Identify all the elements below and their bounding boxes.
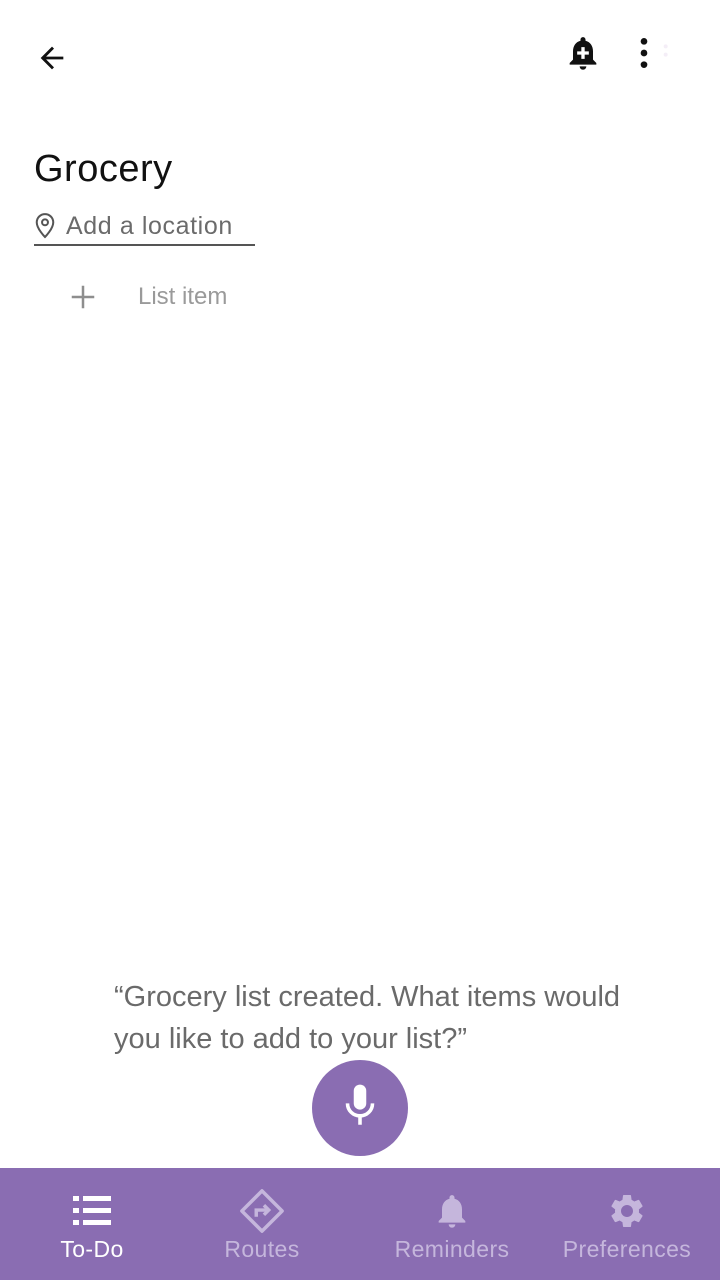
- list-item-placeholder: List item: [138, 283, 228, 310]
- arrow-back-icon: [35, 41, 69, 80]
- nav-todo[interactable]: To-Do: [32, 1168, 152, 1280]
- screen: Grocery Add a location List item “Grocer…: [0, 0, 720, 1280]
- back-button[interactable]: [22, 30, 82, 90]
- bell-plus-icon: [563, 32, 603, 79]
- nav-routes[interactable]: Routes: [202, 1168, 322, 1280]
- nav-todo-label: To-Do: [60, 1236, 124, 1262]
- mic-button[interactable]: [312, 1060, 408, 1156]
- add-reminder-button[interactable]: [553, 25, 613, 85]
- more-vert-icon: [634, 33, 674, 78]
- list-title[interactable]: Grocery: [34, 148, 173, 191]
- route-icon: [239, 1188, 285, 1234]
- mic-icon: [338, 1081, 382, 1136]
- top-app-bar: [0, 0, 720, 120]
- list-icon: [71, 1188, 113, 1234]
- location-pin-icon: [34, 211, 56, 241]
- nav-routes-label: Routes: [224, 1236, 300, 1262]
- location-placeholder: Add a location: [66, 211, 233, 240]
- nav-reminders-label: Reminders: [394, 1236, 510, 1262]
- nav-preferences-label: Preferences: [562, 1236, 692, 1262]
- assistant-message: “Grocery list created. What items would …: [114, 981, 621, 1055]
- nav-preferences[interactable]: Preferences: [552, 1168, 702, 1280]
- gear-icon: [607, 1188, 647, 1234]
- more-options-button[interactable]: [624, 25, 684, 85]
- bell-icon: [432, 1188, 472, 1234]
- plus-icon: [60, 274, 106, 320]
- bottom-navigation: To-Do Routes Reminders Preferences: [0, 1168, 720, 1280]
- location-field[interactable]: Add a location: [34, 208, 255, 246]
- nav-reminders[interactable]: Reminders: [382, 1168, 522, 1280]
- add-list-item-row[interactable]: List item: [60, 272, 360, 322]
